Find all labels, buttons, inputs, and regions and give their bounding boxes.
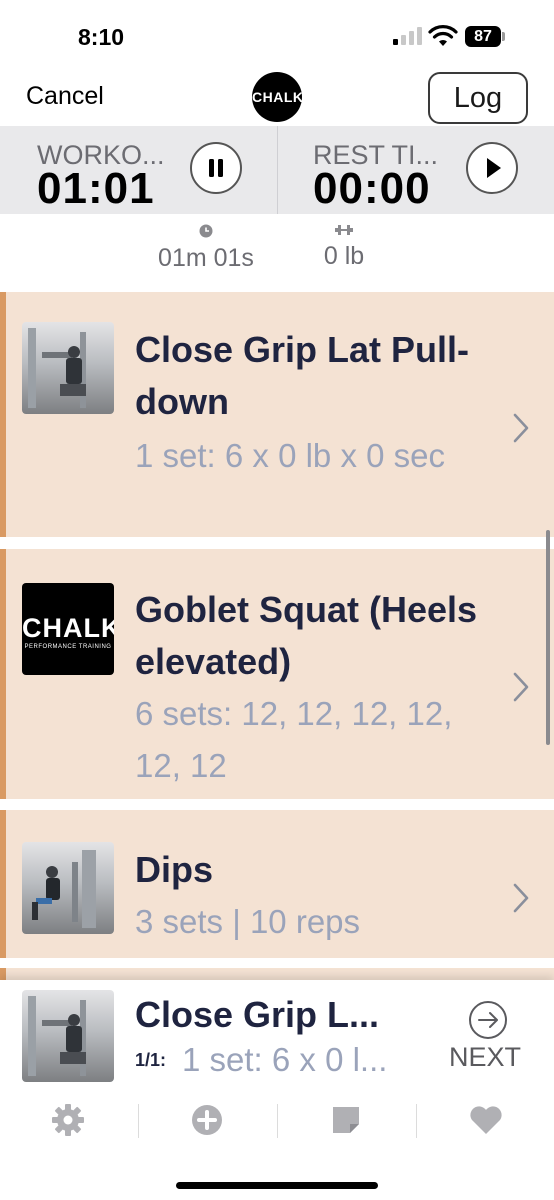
next-button[interactable]: NEXT [449,1042,521,1073]
exercise-thumbnail: CHALK PERFORMANCE TRAINING [22,583,114,675]
heart-icon[interactable] [466,1100,506,1140]
exercise-title: Goblet Squat (Heels elevated) [135,589,478,682]
workout-timer-value: 01:01 [37,164,155,213]
current-exercise-title: Close Grip L... [135,994,380,1035]
play-button[interactable] [466,142,518,194]
current-set-index: 1/1: [135,1050,167,1070]
exercise-card[interactable]: Close Grip Lat Pull-down 1 set: 6 x 0 lb… [0,292,554,537]
duration-stat: 01m 01s [146,224,266,273]
chevron-right-icon [513,413,529,443]
plus-circle-icon[interactable] [187,1100,227,1140]
current-exercise-detail: 1 set: 6 x 0 l... [182,1041,388,1078]
rest-timer: REST TI... 00:00 [278,126,554,214]
battery-nub [502,32,505,41]
workout-summary: 01m 01s 0 lb [0,214,554,292]
exercise-detail: 3 sets | 10 reps [135,903,361,940]
exercise-thumbnail [22,322,114,414]
gym-photo-icon [28,328,86,408]
exercise-detail: 6 sets: 12, 12, 12, 12, 12, 12 [135,695,453,784]
duration-value: 01m 01s [158,244,254,272]
battery-indicator: 87 [465,26,501,47]
tab-divider [277,1104,278,1138]
nav-bar: Cancel CHALK Log [0,72,554,126]
pause-icon [209,159,223,177]
gym-photo-icon [32,850,96,928]
status-bar: 8:10 87 [0,0,554,72]
dumbbell-icon [335,225,353,235]
current-exercise-thumbnail [22,990,114,1082]
exercise-card[interactable]: CHALK PERFORMANCE TRAINING Goblet Squat … [0,549,554,799]
chevron-right-icon [513,672,529,702]
exercise-detail: 1 set: 6 x 0 lb x 0 sec [135,437,445,474]
scroll-indicator[interactable] [546,530,550,745]
gym-photo-icon [28,996,86,1076]
note-icon[interactable] [326,1100,366,1140]
rest-timer-value: 00:00 [313,164,431,213]
clock-icon [199,224,213,238]
status-time: 8:10 [78,24,125,50]
exercise-card[interactable]: Dips 3 sets | 10 reps [0,810,554,958]
cancel-button[interactable]: Cancel [26,82,104,111]
exercise-card-partial [0,968,554,980]
thumbnail-logo-subtext: PERFORMANCE TRAINING [24,644,112,650]
exercise-title: Dips [135,849,214,890]
next-arrow-icon[interactable] [468,1000,508,1040]
pause-button[interactable] [190,142,242,194]
play-icon [487,158,501,178]
workout-timer: WORKO... 01:01 [0,126,277,214]
home-indicator [176,1182,378,1189]
weight-value: 0 lb [323,242,365,270]
exercise-title: Close Grip Lat Pull-down [135,329,470,422]
gear-icon[interactable] [48,1100,88,1140]
log-button[interactable]: Log [428,72,528,124]
tab-divider [138,1104,139,1138]
timer-bar: WORKO... 01:01 REST TI... 00:00 [0,126,554,214]
chalk-logo: CHALK [252,72,303,122]
exercise-thumbnail [22,842,114,934]
wifi-icon [428,25,458,46]
cellular-signal-icon [393,27,423,45]
chevron-right-icon [513,883,529,913]
weight-stat: 0 lb [300,224,388,271]
thumbnail-logo-text: CHALK [22,613,114,643]
tab-divider [416,1104,417,1138]
